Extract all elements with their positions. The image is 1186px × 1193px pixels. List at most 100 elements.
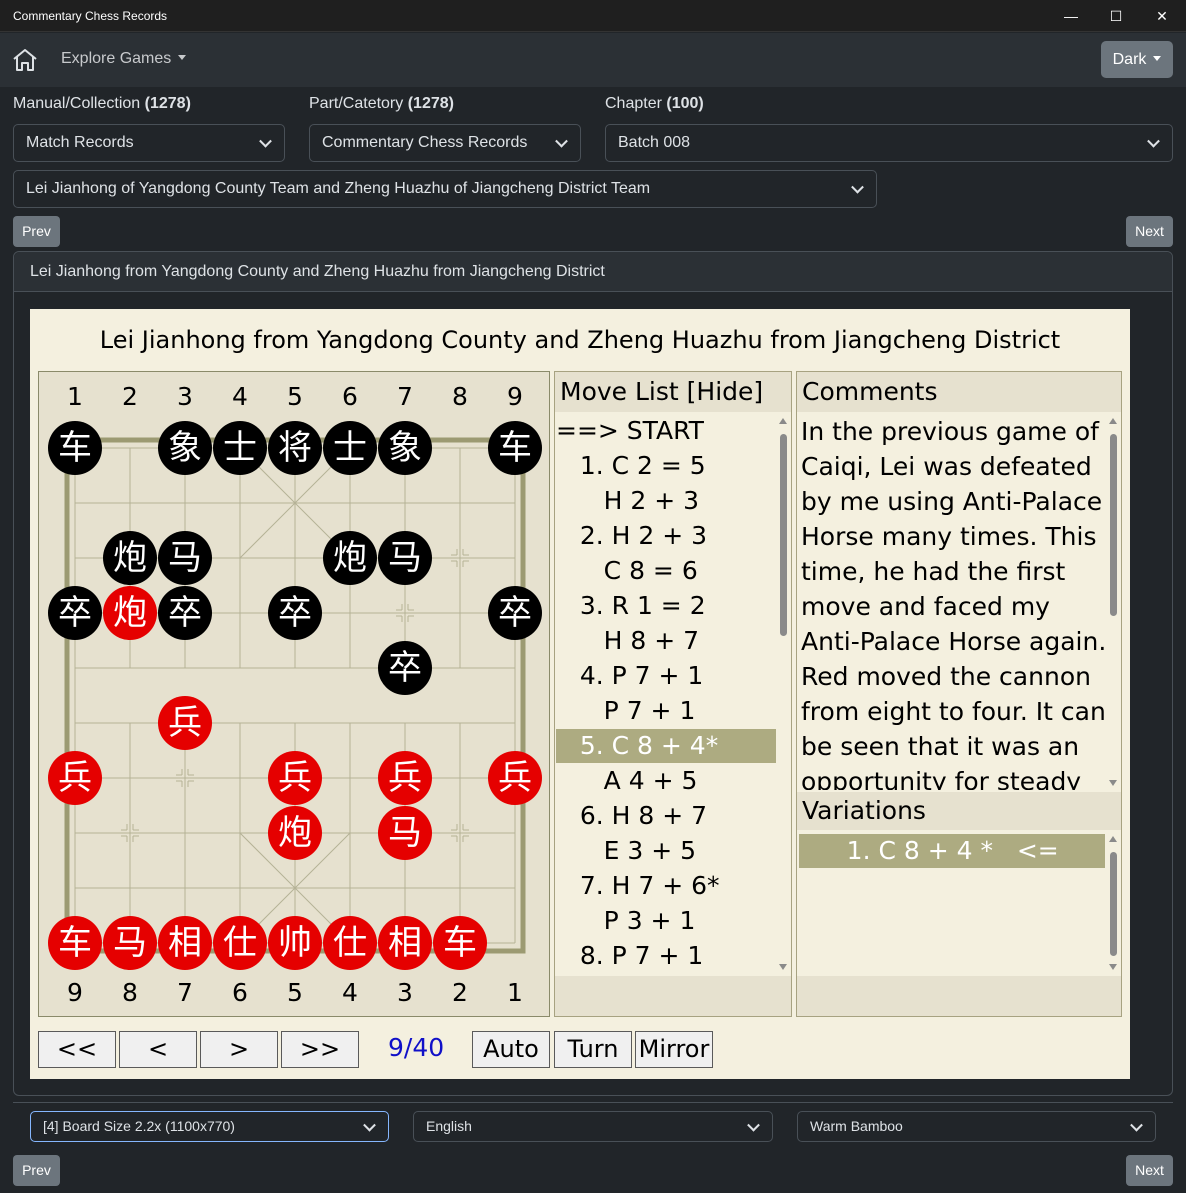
black-piece[interactable]: 卒	[158, 586, 212, 640]
chevron-down-icon	[747, 1118, 760, 1132]
black-piece[interactable]: 马	[378, 531, 432, 585]
chevron-down-icon	[259, 134, 272, 148]
move-counter: 9/40	[388, 1033, 445, 1062]
move-list-item[interactable]: 5. C 8 + 4*	[556, 729, 776, 763]
black-piece[interactable]: 象	[158, 421, 212, 475]
scroll-down-icon[interactable]	[1109, 780, 1117, 786]
chapter-select[interactable]: Batch 008	[605, 124, 1173, 162]
red-piece[interactable]: 兵	[158, 696, 212, 750]
move-list-item[interactable]: H 8 + 7	[556, 624, 776, 658]
scroll-thumb[interactable]	[1110, 434, 1117, 616]
auto-button[interactable]: Auto	[472, 1031, 550, 1068]
move-list-item[interactable]: ==> START	[556, 414, 776, 448]
last-move-button[interactable]: >>	[281, 1031, 359, 1068]
chevron-down-icon	[363, 1118, 376, 1132]
column-number-bottom: 5	[287, 978, 303, 1007]
prev-button-top[interactable]: Prev	[13, 216, 60, 247]
red-piece[interactable]: 炮	[103, 586, 157, 640]
black-piece[interactable]: 将	[268, 421, 322, 475]
manual-label: Manual/Collection (1278)	[13, 95, 191, 113]
theme-select[interactable]: Warm Bamboo	[797, 1111, 1156, 1142]
black-piece[interactable]: 士	[323, 421, 377, 475]
navbar: Explore Games Dark	[0, 33, 1186, 87]
move-list-item[interactable]: A 4 + 5	[556, 764, 776, 798]
move-list-scrollbar[interactable]	[777, 414, 789, 976]
move-list-item[interactable]: 7. H 7 + 6*	[556, 869, 776, 903]
move-list-footer	[555, 976, 791, 1016]
next-button-bottom[interactable]: Next	[1126, 1155, 1173, 1186]
red-piece[interactable]: 兵	[268, 751, 322, 805]
home-icon[interactable]	[12, 48, 38, 72]
board-size-select[interactable]: [4] Board Size 2.2x (1100x770)	[30, 1111, 389, 1142]
scroll-down-icon[interactable]	[779, 964, 787, 970]
black-piece[interactable]: 卒	[268, 586, 322, 640]
first-move-button[interactable]: <<	[38, 1031, 116, 1068]
game-select[interactable]: Lei Jianhong of Yangdong County Team and…	[13, 170, 877, 208]
black-piece[interactable]: 车	[48, 421, 102, 475]
red-piece[interactable]: 相	[378, 916, 432, 970]
scroll-thumb[interactable]	[1110, 852, 1117, 956]
mirror-button[interactable]: Mirror	[635, 1031, 713, 1068]
red-piece[interactable]: 马	[103, 916, 157, 970]
move-list-item[interactable]: 6. H 8 + 7	[556, 799, 776, 833]
move-list-item[interactable]: 4. P 7 + 1	[556, 659, 776, 693]
theme-dropdown-button[interactable]: Dark	[1101, 41, 1173, 78]
black-piece[interactable]: 象	[378, 421, 432, 475]
red-piece[interactable]: 马	[378, 806, 432, 860]
column-number-bottom: 2	[452, 978, 468, 1007]
prev-move-button[interactable]: <	[119, 1031, 197, 1068]
move-list-item[interactable]: C 8 = 6	[556, 554, 776, 588]
black-piece[interactable]: 车	[488, 421, 542, 475]
red-piece[interactable]: 兵	[488, 751, 542, 805]
explore-games-menu[interactable]: Explore Games	[61, 50, 187, 68]
scroll-down-icon[interactable]	[1109, 964, 1117, 970]
move-list-item[interactable]: 8. P 7 + 1	[556, 939, 776, 973]
manual-select-value: Match Records	[26, 134, 134, 151]
red-piece[interactable]: 仕	[323, 916, 377, 970]
black-piece[interactable]: 卒	[48, 586, 102, 640]
minimize-button[interactable]: —	[1048, 0, 1094, 32]
column-number-top: 3	[177, 382, 193, 411]
red-piece[interactable]: 兵	[48, 751, 102, 805]
variation-item[interactable]: 1. C 8 + 4 * <=	[799, 834, 1105, 868]
black-piece[interactable]: 卒	[488, 586, 542, 640]
comments-scrollbar[interactable]	[1107, 414, 1119, 790]
move-list-item[interactable]: P 3 + 1	[556, 904, 776, 938]
next-move-button[interactable]: >	[200, 1031, 278, 1068]
scroll-thumb[interactable]	[780, 434, 787, 636]
column-number-top: 5	[287, 382, 303, 411]
scroll-up-icon[interactable]	[1109, 418, 1117, 424]
manual-select[interactable]: Match Records	[13, 124, 285, 162]
game-title: Lei Jianhong from Yangdong County and Zh…	[99, 326, 1061, 354]
move-list-item[interactable]: P 7 + 1	[556, 694, 776, 728]
red-piece[interactable]: 车	[48, 916, 102, 970]
move-list-item[interactable]: H 2 + 3	[556, 484, 776, 518]
close-button[interactable]: ✕	[1139, 0, 1185, 32]
red-piece[interactable]: 炮	[268, 806, 322, 860]
scroll-up-icon[interactable]	[779, 418, 787, 424]
red-piece[interactable]: 车	[433, 916, 487, 970]
black-piece[interactable]: 炮	[323, 531, 377, 585]
language-select[interactable]: English	[413, 1111, 773, 1142]
red-piece[interactable]: 相	[158, 916, 212, 970]
part-select[interactable]: Commentary Chess Records	[309, 124, 581, 162]
turn-button[interactable]: Turn	[554, 1031, 632, 1068]
move-list-item[interactable]: 2. H 2 + 3	[556, 519, 776, 553]
black-piece[interactable]: 马	[158, 531, 212, 585]
black-piece[interactable]: 炮	[103, 531, 157, 585]
xiangqi-board[interactable]: 123456789987654321车象士将士象车炮马炮马卒炮卒卒卒卒兵兵兵兵兵…	[38, 371, 550, 1017]
next-button-top[interactable]: Next	[1126, 216, 1173, 247]
prev-button-bottom[interactable]: Prev	[13, 1155, 60, 1186]
move-list-item[interactable]: 3. R 1 = 2	[556, 589, 776, 623]
maximize-button[interactable]: ☐	[1093, 0, 1139, 32]
black-piece[interactable]: 士	[213, 421, 267, 475]
black-piece[interactable]: 卒	[378, 641, 432, 695]
column-number-bottom: 6	[232, 978, 248, 1007]
red-piece[interactable]: 仕	[213, 916, 267, 970]
move-list-item[interactable]: E 3 + 5	[556, 834, 776, 868]
red-piece[interactable]: 兵	[378, 751, 432, 805]
red-piece[interactable]: 帅	[268, 916, 322, 970]
scroll-up-icon[interactable]	[1109, 836, 1117, 842]
variations-scrollbar[interactable]	[1107, 832, 1119, 974]
move-list-item[interactable]: 1. C 2 = 5	[556, 449, 776, 483]
